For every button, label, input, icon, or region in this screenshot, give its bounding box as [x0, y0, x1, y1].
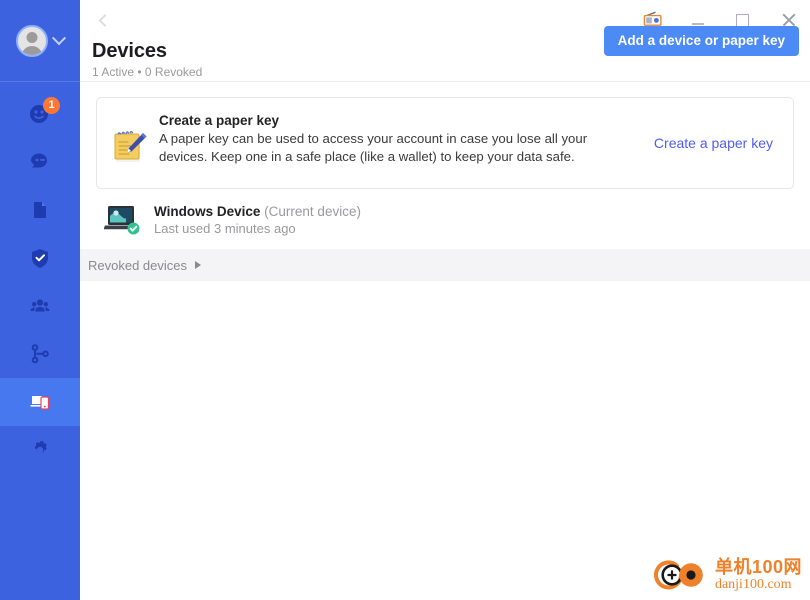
- paper-key-card: Create a paper key A paper key can be us…: [96, 97, 794, 189]
- chevron-down-icon[interactable]: [51, 30, 67, 45]
- create-paper-key-link[interactable]: Create a paper key: [654, 135, 777, 151]
- device-name: Windows Device: [154, 204, 261, 219]
- paper-key-title: Create a paper key: [159, 113, 280, 128]
- sidebar-item-crypto[interactable]: [0, 234, 80, 282]
- notepad-pen-icon: [109, 124, 153, 168]
- revoked-devices-label: Revoked devices: [88, 257, 187, 273]
- laptop-icon: [103, 203, 144, 237]
- chat-bubble-icon: [31, 153, 47, 168]
- gear-icon: [35, 440, 47, 454]
- page-subtitle: 1 Active • 0 Revoked: [92, 65, 203, 79]
- device-current-label: (Current device): [264, 204, 361, 219]
- files-icon: [34, 202, 46, 218]
- sidebar-badge-people: 1: [43, 97, 60, 114]
- sidebar-item-files[interactable]: [0, 186, 80, 234]
- devices-icon: [30, 396, 50, 410]
- sidebar-item-teams[interactable]: [0, 282, 80, 330]
- maximize-icon: [736, 13, 749, 27]
- sidebar-account-row[interactable]: [0, 0, 80, 82]
- paper-key-description: A paper key can be used to access your a…: [159, 131, 588, 164]
- sidebar-item-people[interactable]: 1: [0, 90, 80, 138]
- sidebar: 1: [0, 0, 80, 600]
- avatar-body: [21, 45, 43, 55]
- paper-key-text: Create a paper key A paper key can be us…: [159, 112, 619, 166]
- watermark: 单机100网 danji100.com: [653, 556, 802, 594]
- revoked-devices-row[interactable]: Revoked devices: [80, 249, 810, 281]
- device-info: Windows Device (Current device) Last use…: [154, 204, 361, 236]
- page-header: Devices 1 Active • 0 Revoked Add a devic…: [80, 26, 810, 82]
- watermark-text: 单机100网 danji100.com: [715, 558, 802, 592]
- device-list-item[interactable]: Windows Device (Current device) Last use…: [96, 189, 794, 249]
- minimize-icon: [691, 23, 704, 25]
- chevron-left-icon: [98, 13, 111, 27]
- teams-icon: [30, 299, 50, 312]
- sidebar-item-settings[interactable]: [0, 426, 80, 474]
- git-branch-icon: [31, 344, 49, 364]
- sidebar-item-chat[interactable]: [0, 138, 80, 186]
- add-device-button[interactable]: Add a device or paper key: [603, 26, 799, 56]
- triangle-right-icon: [195, 261, 201, 269]
- avatar[interactable]: [16, 24, 48, 57]
- device-name-line: Windows Device (Current device): [154, 204, 361, 219]
- watermark-en: danji100.com: [714, 577, 792, 592]
- back-button[interactable]: [92, 9, 114, 31]
- content-area: Create a paper key A paper key can be us…: [80, 82, 810, 249]
- danji-logo-icon: [653, 560, 703, 590]
- sidebar-item-devices[interactable]: [0, 378, 80, 426]
- app-window: 1 Devices 1 Active • 0 Revoked Add a dev…: [0, 0, 810, 600]
- main-panel: Devices 1 Active • 0 Revoked Add a devic…: [80, 0, 810, 600]
- sidebar-nav: 1: [0, 82, 80, 474]
- avatar-head: [26, 31, 38, 43]
- shield-check-icon: [32, 249, 48, 268]
- sidebar-item-git[interactable]: [0, 330, 80, 378]
- watermark-cn: 单机100网: [714, 557, 802, 577]
- close-icon: [781, 13, 795, 27]
- device-last-used: Last used 3 minutes ago: [154, 221, 296, 236]
